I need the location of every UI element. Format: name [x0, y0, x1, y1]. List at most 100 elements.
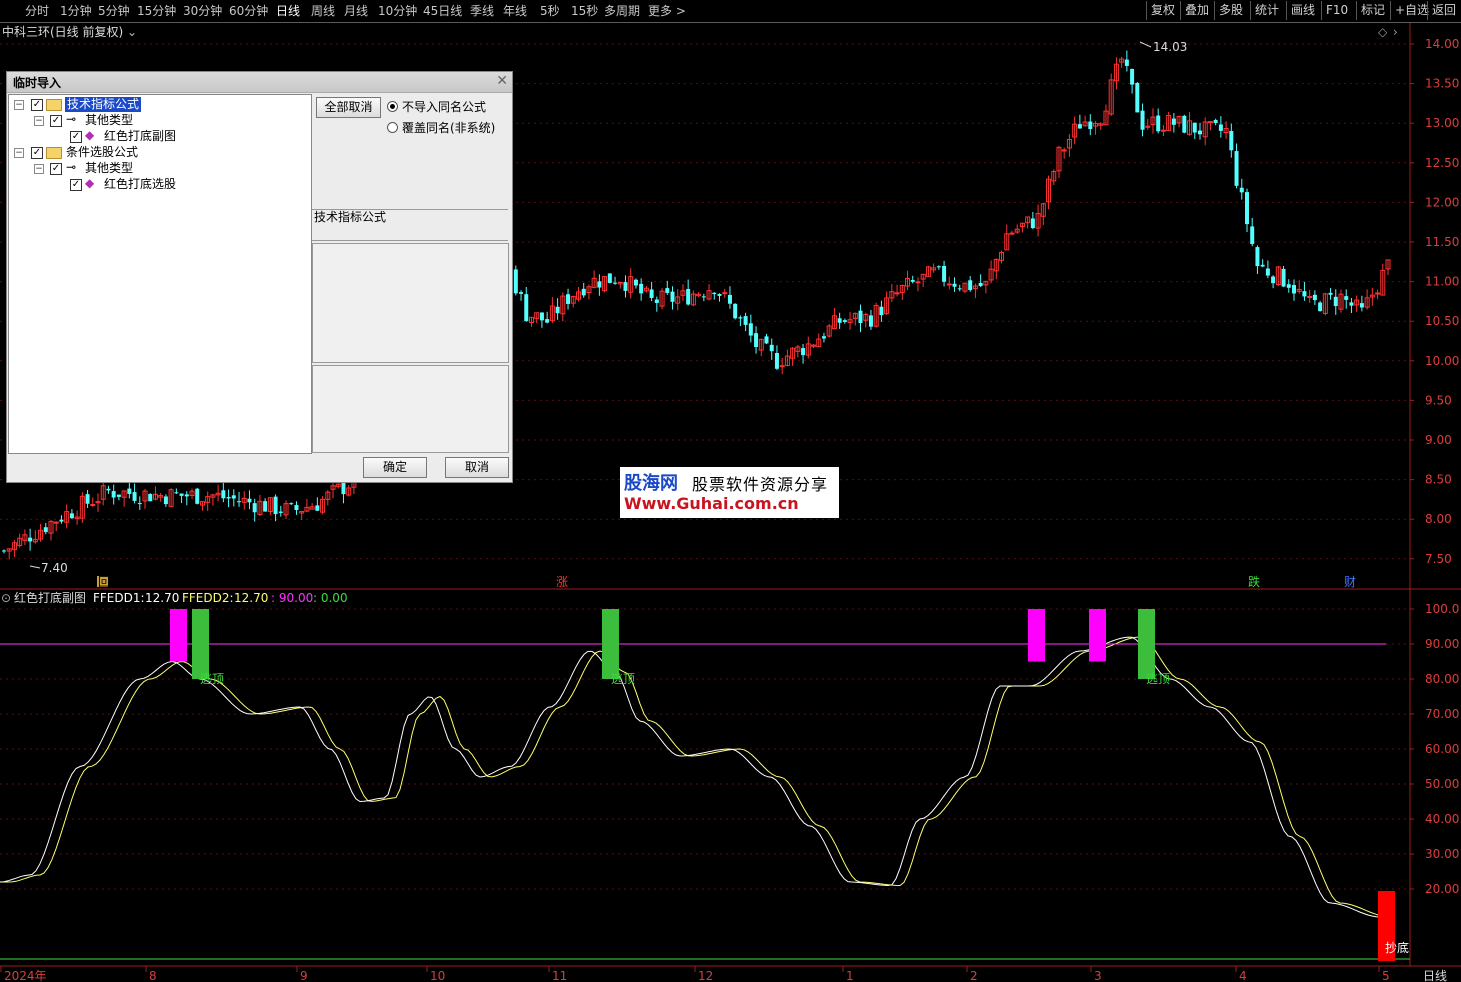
indicator-settings-icon[interactable]: ⊙ [1, 591, 11, 605]
indicator-tick: 80.00 [1425, 672, 1459, 686]
import-dialog: 临时导入 ✕ − ✓ 技术指标公式 − ✓ ⊸ 其他类型 ✓ ◆ 红色打底副图 … [6, 71, 513, 483]
chart-title: 中科三环(日线 前复权) [2, 24, 123, 39]
candle [1281, 265, 1286, 288]
candle [1182, 114, 1187, 134]
formula-tree: − ✓ 技术指标公式 − ✓ ⊸ 其他类型 ✓ ◆ 红色打底副图 − ✓ 条件选… [8, 94, 312, 454]
key-icon: ⊸ [66, 112, 77, 126]
candle [195, 487, 200, 505]
ok-button[interactable]: 确定 [363, 457, 427, 478]
event-marker: 涨 [556, 574, 568, 589]
toolbar-button-3[interactable]: 统计 [1250, 1, 1279, 20]
toolbar-button-6[interactable]: 标记 [1356, 1, 1385, 20]
toolbar-button-0[interactable]: 复权 [1146, 1, 1175, 20]
tree-checkbox[interactable]: ✓ [31, 147, 43, 159]
toolbar-button-1[interactable]: 叠加 [1180, 1, 1209, 20]
top-signal-bar [170, 609, 187, 662]
info-pane-top [312, 209, 508, 241]
toolbar-button-8[interactable]: 返回 [1427, 1, 1456, 20]
price-tick: 11.50 [1425, 235, 1459, 249]
toolbar-button-7[interactable]: +自选 [1390, 1, 1429, 20]
indicator-tick: 30.00 [1425, 847, 1459, 861]
radio-overwrite[interactable] [387, 122, 398, 133]
radio-overwrite-label[interactable]: 覆盖同名(非系统) [402, 119, 495, 136]
tree-checkbox[interactable]: ✓ [50, 163, 62, 175]
close-icon[interactable]: ✕ [496, 73, 508, 89]
period-tab-0[interactable]: 分时 [25, 2, 49, 20]
tree-checkbox[interactable]: ✓ [50, 115, 62, 127]
tree-item-red-bottom-sub[interactable]: 红色打底副图 [104, 129, 176, 144]
collapse-icon[interactable]: − [34, 164, 44, 174]
info-pane-middle [312, 243, 509, 363]
price-tick: 7.50 [1425, 552, 1452, 566]
collapse-icon[interactable]: − [34, 116, 44, 126]
tree-checkbox[interactable]: ✓ [31, 99, 43, 111]
period-tab-1[interactable]: 1分钟 [60, 2, 92, 20]
bottom-label: 抄底 [1385, 940, 1409, 955]
cancel-all-button[interactable]: 全部取消 [316, 97, 381, 118]
folder-icon [46, 147, 62, 159]
x-axis-label: 9 [300, 969, 308, 982]
tree-item-tech-formula[interactable]: 技术指标公式 [65, 97, 142, 112]
period-tab-4[interactable]: 30分钟 [183, 2, 222, 20]
x-axis-label: 3 [1094, 969, 1102, 982]
price-tick: 14.00 [1425, 37, 1459, 51]
period-tab-6[interactable]: 日线 [276, 2, 300, 20]
x-axis-label: 5 [1382, 969, 1390, 982]
toolbar-button-4[interactable]: 画线 [1286, 1, 1315, 20]
collapse-icon[interactable]: − [14, 100, 24, 110]
tree-checkbox[interactable]: ✓ [70, 131, 82, 143]
top-signal-bar [1089, 609, 1106, 662]
diamond-icon[interactable]: ◇ [1378, 25, 1388, 39]
sell-signal-bar [602, 609, 619, 679]
period-tab-12[interactable]: 年线 [503, 2, 527, 20]
indicator-tick: 100.0 [1425, 602, 1459, 616]
candle [607, 273, 612, 284]
info-pane-bottom [312, 365, 509, 453]
indicator-tick: 70.00 [1425, 707, 1459, 721]
tree-item-condition-formula[interactable]: 条件选股公式 [66, 145, 138, 160]
x-axis-label: 2024年 [4, 969, 47, 982]
event-marker: 财 [1344, 575, 1356, 589]
watermark-url: Www.Guhai.com.cn [624, 494, 799, 513]
x-axis-label: 1 [846, 969, 854, 982]
tree-item-other-type-2[interactable]: 其他类型 [85, 161, 133, 176]
price-tick: 12.00 [1425, 195, 1459, 209]
escape-top-label: 逃顶 [1146, 672, 1170, 686]
candle [733, 303, 738, 320]
title-dropdown-icon[interactable]: ⌄ [127, 25, 137, 39]
cancel-button[interactable]: 取消 [445, 457, 509, 478]
radio-skip-same-label[interactable]: 不导入同名公式 [402, 98, 486, 115]
tree-item-other-type[interactable]: 其他类型 [85, 113, 133, 128]
price-tick: 8.50 [1425, 473, 1452, 487]
toolbar-button-2[interactable]: 多股 [1214, 1, 1243, 20]
x-axis-label: 10 [430, 969, 445, 982]
period-tab-2[interactable]: 5分钟 [98, 2, 130, 20]
period-tab-5[interactable]: 60分钟 [229, 2, 268, 20]
ffedd1-value: 12.70 [145, 591, 179, 605]
ffedd2-label: FFEDD2: [182, 591, 234, 605]
indicator-tick: 50.00 [1425, 777, 1459, 791]
chevron-right-icon[interactable]: › [1393, 25, 1398, 39]
key-icon: ⊸ [66, 160, 77, 174]
indicator-tick: 60.00 [1425, 742, 1459, 756]
tree-checkbox[interactable]: ✓ [70, 179, 82, 191]
period-tab-11[interactable]: 季线 [470, 2, 494, 20]
period-tab-14[interactable]: 15秒 [571, 2, 598, 20]
period-tab-8[interactable]: 月线 [344, 2, 368, 20]
indicator-tick: 20.00 [1425, 882, 1459, 896]
tree-item-red-bottom-pick[interactable]: 红色打底选股 [104, 177, 176, 192]
price-tick: 11.00 [1425, 275, 1459, 289]
period-tab-7[interactable]: 周线 [311, 2, 335, 20]
radio-skip-same[interactable] [387, 101, 398, 112]
toolbar-button-5[interactable]: F10 [1321, 1, 1348, 20]
x-axis-label: 4 [1239, 969, 1247, 982]
period-tab-9[interactable]: 10分钟 [378, 2, 417, 20]
collapse-icon[interactable]: − [14, 148, 24, 158]
period-tab-15[interactable]: 多周期 [604, 2, 640, 20]
period-tab-3[interactable]: 15分钟 [137, 2, 176, 20]
dialog-titlebar[interactable]: 临时导入 ✕ [7, 72, 512, 93]
period-tab-10[interactable]: 45日线 [423, 2, 462, 20]
period-tab-16[interactable]: 更多 > [648, 2, 686, 20]
period-tab-13[interactable]: 5秒 [540, 2, 560, 20]
indicator-tick: 90.00 [1425, 637, 1459, 651]
